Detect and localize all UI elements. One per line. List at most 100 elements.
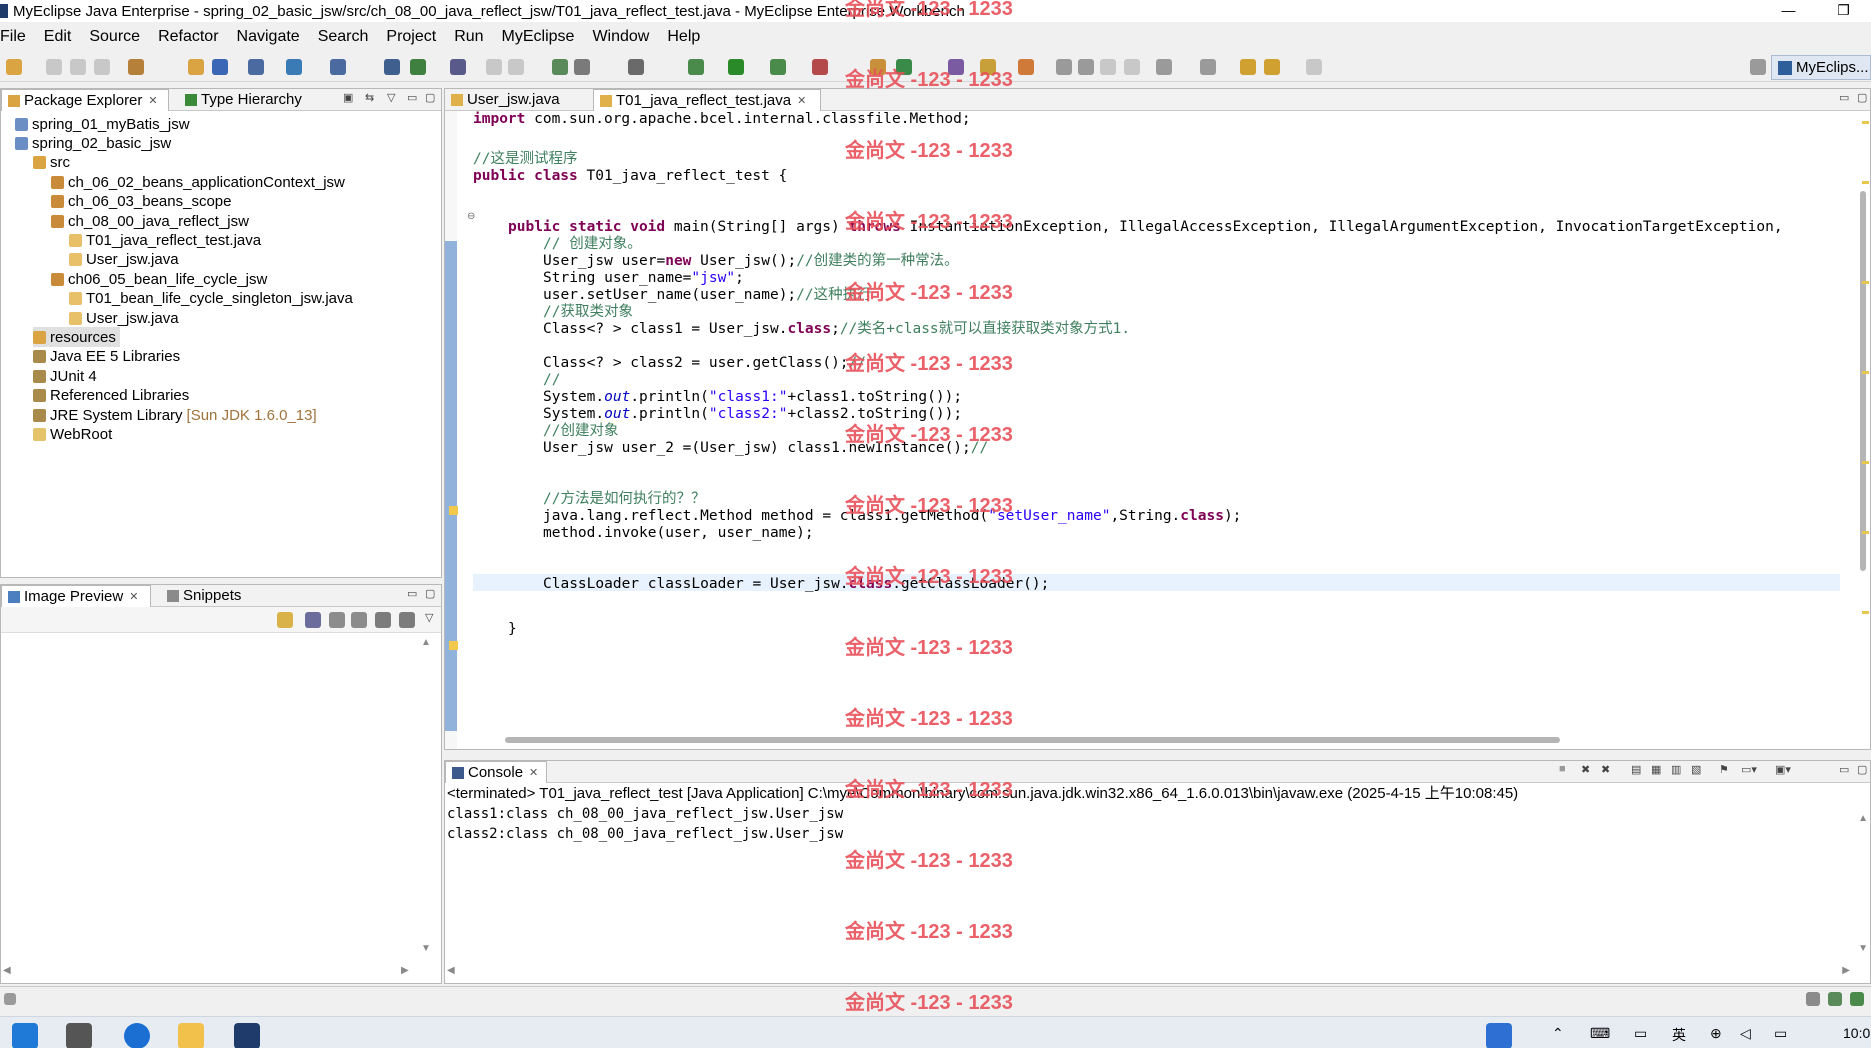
windows-start-icon[interactable] <box>12 1023 38 1048</box>
pin-icon[interactable] <box>1100 59 1116 75</box>
minimize-button[interactable]: — <box>1761 0 1816 22</box>
remove-launch-icon[interactable]: ✖ <box>1581 763 1590 776</box>
horizontal-scrollbar[interactable] <box>505 737 1560 743</box>
minimize-view-icon[interactable]: ▭ <box>407 587 417 600</box>
console-output[interactable]: <terminated> T01_java_reflect_test [Java… <box>447 785 1850 963</box>
remove-all-icon[interactable]: ✖ <box>1601 763 1610 776</box>
perspective-switcher[interactable]: MyEclips... <box>1771 55 1871 80</box>
browser-icon[interactable] <box>124 1023 150 1048</box>
open-type-icon[interactable] <box>188 59 204 75</box>
tree-item[interactable]: Referenced Libraries <box>33 386 189 406</box>
new-project-icon[interactable] <box>128 59 144 75</box>
tree-item[interactable]: ch06_05_bean_life_cycle_jsw <box>51 269 267 289</box>
close-icon[interactable]: ✕ <box>529 762 538 784</box>
java-ee-icon[interactable] <box>248 59 264 75</box>
tree-item[interactable]: ch_08_00_java_reflect_jsw <box>51 211 249 231</box>
word-wrap-icon[interactable]: ▥ <box>1671 763 1681 776</box>
code-text[interactable]: import com.sun.org.apache.bcel.internal.… <box>473 111 1840 731</box>
pin-console-icon[interactable]: ⚑ <box>1719 763 1729 776</box>
print-icon[interactable] <box>94 59 110 75</box>
deploy-icon[interactable] <box>384 59 400 75</box>
save-icon[interactable] <box>46 59 62 75</box>
next-annotation-icon[interactable] <box>1056 59 1072 75</box>
prev-annotation-icon[interactable] <box>1078 59 1094 75</box>
battery-icon[interactable]: ▭ <box>1774 1025 1787 1042</box>
sync-icon[interactable] <box>277 612 293 628</box>
menu-help[interactable]: Help <box>658 28 709 46</box>
scroll-right-icon[interactable]: ▶ <box>401 965 409 976</box>
fast-view-icon[interactable] <box>4 993 16 1005</box>
display-console-icon[interactable]: ▭▾ <box>1741 763 1757 776</box>
open-perspective-icon[interactable] <box>1750 59 1766 75</box>
original-size-icon[interactable] <box>375 612 391 628</box>
menu-edit[interactable]: Edit <box>35 28 81 46</box>
keyboard-icon[interactable]: ⌨ <box>1590 1025 1610 1042</box>
tree-item[interactable]: src <box>33 153 70 173</box>
back-icon[interactable] <box>1264 59 1280 75</box>
menu-file[interactable]: File <box>0 28 35 46</box>
scroll-up-icon[interactable]: ▲ <box>421 637 431 648</box>
minimize-view-icon[interactable]: ▭ <box>1839 763 1849 776</box>
clear-console-icon[interactable]: ▤ <box>1631 763 1641 776</box>
tree-item[interactable]: resources <box>33 327 120 348</box>
tree-item[interactable]: Java EE 5 Libraries <box>33 347 180 367</box>
last-edit-icon[interactable] <box>1240 59 1256 75</box>
scroll-down-icon[interactable]: ▼ <box>421 943 431 954</box>
scroll-down-icon[interactable]: ▼ <box>1858 943 1868 954</box>
jar-icon[interactable] <box>410 59 426 75</box>
tree-item[interactable]: User_jsw.java <box>69 308 179 328</box>
menu-refactor[interactable]: Refactor <box>149 28 227 46</box>
show-on-output-icon[interactable]: ▧ <box>1691 763 1701 776</box>
cut-icon[interactable] <box>486 59 502 75</box>
view-menu-icon[interactable]: ▽ <box>387 91 395 104</box>
task-view-icon[interactable] <box>66 1023 92 1048</box>
scroll-right-icon[interactable]: ▶ <box>1842 965 1850 976</box>
tab-console[interactable]: Console ✕ <box>445 761 547 783</box>
forward-icon[interactable] <box>1306 59 1322 75</box>
new-icon[interactable] <box>6 59 22 75</box>
tree-item[interactable]: JUnit 4 <box>33 366 97 386</box>
restore-button[interactable]: ❐ <box>1816 0 1871 22</box>
tree-item[interactable]: User_jsw.java <box>69 250 179 270</box>
tab-package-explorer[interactable]: Package Explorer ✕ <box>1 89 169 111</box>
tree-item[interactable]: T01_bean_life_cycle_singleton_jsw.java <box>69 289 353 309</box>
mark-icon[interactable] <box>1018 59 1034 75</box>
new-interface-icon[interactable] <box>896 59 912 75</box>
scroll-up-icon[interactable]: ▲ <box>1858 813 1868 824</box>
db-icon[interactable] <box>450 59 466 75</box>
terminate-icon[interactable]: ■ <box>1559 763 1566 775</box>
scroll-left-icon[interactable]: ◀ <box>447 965 455 976</box>
code-area[interactable]: ⊖ import com.sun.org.apache.bcel.interna… <box>445 111 1870 749</box>
tray-chevron-icon[interactable]: ⌃ <box>1552 1025 1564 1042</box>
maximize-view-icon[interactable]: ▢ <box>425 91 435 104</box>
zoom-in-icon[interactable] <box>351 612 367 628</box>
tab-t01-java-reflect-test[interactable]: T01_java_reflect_test.java ✕ <box>593 89 821 111</box>
copy-icon[interactable] <box>508 59 524 75</box>
tab-snippets[interactable]: Snippets <box>161 585 241 607</box>
menu-window[interactable]: Window <box>583 28 658 46</box>
run-server-icon[interactable] <box>330 59 346 75</box>
view-menu-icon[interactable]: ▽ <box>425 611 433 624</box>
warning-marker-icon[interactable] <box>449 641 458 650</box>
tree-item[interactable]: spring_02_basic_jsw <box>15 133 171 153</box>
close-icon[interactable]: ✕ <box>797 90 806 112</box>
run-last-icon[interactable] <box>770 59 786 75</box>
tree-item[interactable]: T01_java_reflect_test.java <box>69 230 261 250</box>
app-icon[interactable] <box>1486 1023 1512 1048</box>
menu-project[interactable]: Project <box>377 28 445 46</box>
tab-type-hierarchy[interactable]: Type Hierarchy <box>179 89 302 111</box>
minimize-editor-icon[interactable]: ▭ <box>1839 91 1849 104</box>
save-all-icon[interactable] <box>70 59 86 75</box>
status-icon[interactable] <box>1850 992 1864 1006</box>
menu-navigate[interactable]: Navigate <box>228 28 309 46</box>
palette-icon[interactable] <box>628 59 644 75</box>
menu-source[interactable]: Source <box>80 28 149 46</box>
close-icon[interactable]: ✕ <box>148 90 157 112</box>
menu-run[interactable]: Run <box>445 28 492 46</box>
clock[interactable]: 10:0 <box>1843 1025 1870 1041</box>
search-icon[interactable] <box>948 59 964 75</box>
fit-icon[interactable] <box>305 612 321 628</box>
link-with-editor-icon[interactable]: ⇆ <box>365 91 374 104</box>
zoom-out-icon[interactable] <box>329 612 345 628</box>
format-icon[interactable] <box>1124 59 1140 75</box>
